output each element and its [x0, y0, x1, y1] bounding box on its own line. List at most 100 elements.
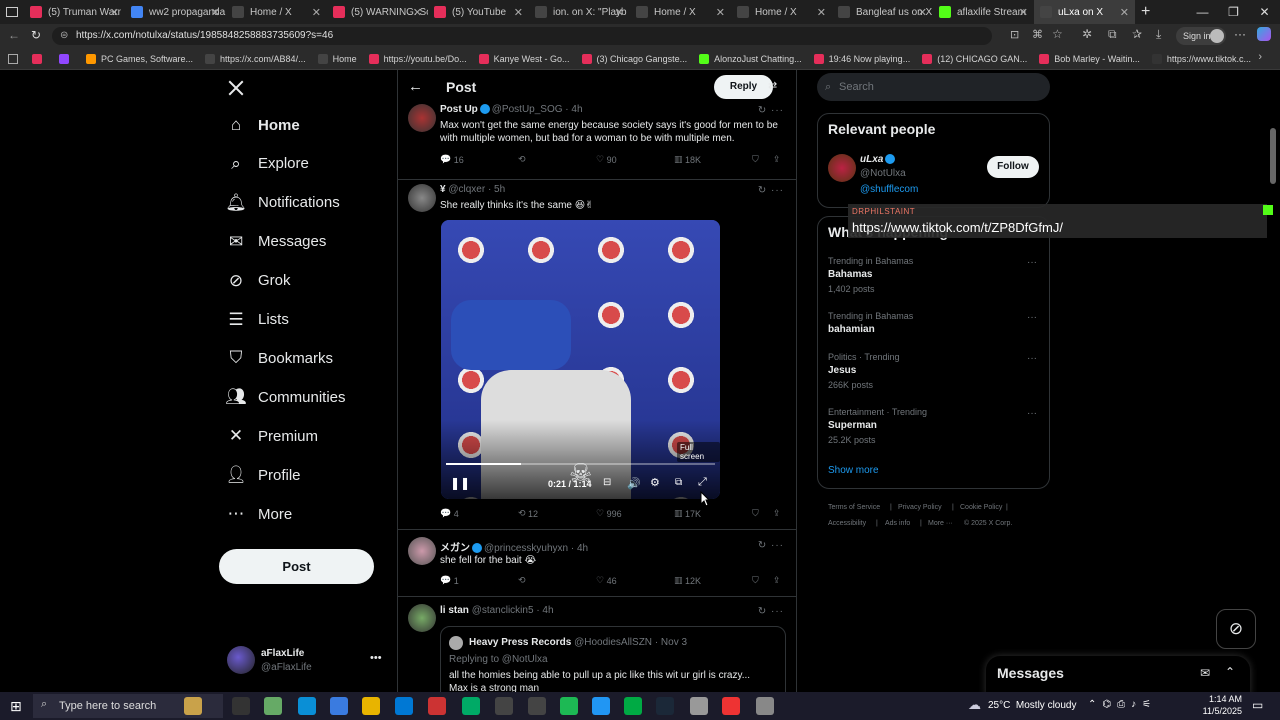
sidebar-item-more[interactable]: ⋯ More: [226, 504, 293, 524]
new-message-icon[interactable]: ✉: [1200, 666, 1210, 680]
weather-icon[interactable]: ☁: [968, 697, 981, 713]
taskbar-app-icon[interactable]: [722, 697, 740, 715]
back-icon[interactable]: ←: [8, 28, 20, 42]
url-field[interactable]: ⊜ https://x.com/notulxa/status/198584825…: [52, 27, 992, 45]
taskbar-app-icon[interactable]: [330, 697, 348, 715]
expand-icon[interactable]: ⌃: [1225, 665, 1235, 679]
sign-in-button[interactable]: Sign in: [1176, 27, 1226, 45]
sidebar-item-communities[interactable]: 👥︎ Communities: [225, 387, 345, 407]
retweet-action[interactable]: ⟲: [518, 154, 526, 165]
grok-button[interactable]: ⊘: [1216, 609, 1256, 649]
volume-icon[interactable]: 🔊: [627, 477, 641, 490]
trend-name[interactable]: Jesus: [828, 365, 856, 376]
x-logo-icon[interactable]: [227, 79, 245, 97]
filter-icon[interactable]: ⇄: [768, 79, 777, 92]
picture-in-picture-icon[interactable]: ⧉: [675, 477, 682, 488]
settings-menu-icon[interactable]: ···: [1234, 27, 1246, 41]
bookmark-item[interactable]: https://www.tiktok.c...: [1151, 53, 1251, 64]
taskbar-app-icon[interactable]: [264, 697, 282, 715]
author-handle[interactable]: @PostUp_SOG: [492, 104, 563, 115]
trend-more-icon[interactable]: ···: [1027, 353, 1037, 364]
person-bio-link[interactable]: @shufflecom: [860, 184, 918, 195]
tab-close-icon[interactable]: ✕: [211, 6, 220, 19]
taskbar-app-icon[interactable]: [624, 697, 642, 715]
apps-icon[interactable]: [8, 53, 18, 64]
avatar[interactable]: [408, 604, 436, 632]
browser-tab[interactable]: ion. on X: "Playb ✕: [529, 0, 630, 24]
trend-more-icon[interactable]: ···: [1027, 312, 1037, 323]
trend-more-icon[interactable]: ···: [1027, 408, 1037, 419]
like-action[interactable]: ♡ 46: [596, 575, 617, 586]
reply-button[interactable]: Reply: [714, 75, 773, 99]
browser-tab[interactable]: uLxa on X ✕: [1034, 0, 1135, 24]
sidebar-item-explore[interactable]: ⌕ Explore: [226, 154, 309, 174]
favorites-icon[interactable]: ✰: [1132, 27, 1142, 41]
sidebar-item-profile[interactable]: 👤︎ Profile: [225, 465, 300, 485]
video-player[interactable]: Full screen ❚❚ ☠ 0:21 / 1:14 🔊 ⊟ ⚙ ⧉ ⤢: [441, 220, 720, 499]
footer-link[interactable]: Terms of Service: [828, 504, 880, 511]
weather-text[interactable]: 25°C Mostly cloudy: [988, 700, 1076, 711]
avatar[interactable]: [408, 537, 436, 565]
account-name[interactable]: aFlaxLife: [261, 648, 304, 659]
timestamp[interactable]: · 4h: [565, 104, 582, 115]
tab-close-icon[interactable]: ✕: [1019, 6, 1028, 19]
share-action[interactable]: ⇪: [773, 154, 781, 165]
retweet-action[interactable]: ⟲ 12: [518, 508, 538, 519]
taskbar-app-icon[interactable]: [298, 697, 316, 715]
footer-link[interactable]: Cookie Policy: [960, 504, 1002, 511]
browser-tab[interactable]: (5) YouTube ✕: [428, 0, 529, 24]
taskbar-app-icon[interactable]: [592, 697, 610, 715]
avatar[interactable]: [408, 104, 436, 132]
chevron-right-icon[interactable]: ›: [1258, 51, 1262, 63]
clock-date[interactable]: 11/5/2025: [1198, 706, 1242, 716]
more-icon[interactable]: ↻ ···: [758, 185, 784, 196]
tweet-1[interactable]: Post Up @PostUp_SOG · 4h ↻ ··· Max won't …: [398, 98, 796, 180]
sidebar-item-premium[interactable]: ✕ Premium: [226, 426, 318, 446]
taskbar-app-icon[interactable]: [362, 697, 380, 715]
bookmark-item[interactable]: (12) CHICAGO GAN...: [922, 53, 1027, 64]
share-action[interactable]: ⇪: [773, 575, 781, 586]
account-more-icon[interactable]: •••: [370, 652, 382, 664]
like-action[interactable]: ♡ 996: [596, 508, 622, 519]
reload-icon[interactable]: ↻: [31, 28, 41, 42]
bookmark-item[interactable]: Bob Marley - Waitin...: [1039, 53, 1140, 64]
footer-link[interactable]: Privacy Policy: [898, 504, 942, 511]
browser-tab[interactable]: Home / X ✕: [226, 0, 327, 24]
bookmark-action[interactable]: ⛉: [752, 154, 759, 165]
browser-tab[interactable]: aflaxlife Stream ✕: [933, 0, 1034, 24]
footer-link[interactable]: © 2025 X Corp.: [964, 520, 1012, 527]
author-handle[interactable]: @princesskyuhyxn: [484, 543, 568, 554]
browser-tab[interactable]: ww2 propaganda ✕: [125, 0, 226, 24]
close-window-icon[interactable]: ✕: [1249, 0, 1280, 24]
captions-icon[interactable]: ⊟: [603, 477, 611, 488]
bookmark-item[interactable]: AlonzoJust Chatting...: [699, 53, 802, 64]
author-name[interactable]: li stan: [440, 605, 469, 616]
overlay-url[interactable]: https://www.tiktok.com/t/ZP8DfGfmJ/: [852, 220, 1063, 235]
footer-link[interactable]: Ads info: [885, 520, 910, 527]
tab-close-icon[interactable]: ✕: [817, 6, 826, 19]
trend-name[interactable]: Superman: [828, 420, 877, 431]
copilot-icon[interactable]: [1257, 27, 1271, 41]
tab-close-icon[interactable]: ✕: [615, 6, 624, 19]
account-avatar[interactable]: [227, 646, 255, 674]
timestamp[interactable]: · 4h: [571, 543, 588, 554]
taskbar-app-icon[interactable]: [690, 697, 708, 715]
trend-more-icon[interactable]: ···: [1027, 257, 1037, 268]
taskbar-app-icon[interactable]: [184, 697, 202, 715]
tab-close-icon[interactable]: ✕: [918, 6, 927, 19]
footer-link[interactable]: Accessibility: [828, 520, 866, 527]
tweet-2[interactable]: ¥ @clqxer · 5h ↻ ··· She really thinks i…: [398, 180, 796, 530]
tab-actions-icon[interactable]: [0, 0, 24, 24]
bookmark-item[interactable]: [59, 53, 74, 64]
retweet-action[interactable]: ⟲: [518, 575, 526, 586]
extensions-icon[interactable]: ✲: [1082, 27, 1092, 41]
bookmark-item[interactable]: https://x.com/AB84/...: [205, 53, 306, 64]
taskbar-app-icon[interactable]: [560, 697, 578, 715]
taskbar-app-icon[interactable]: [462, 697, 480, 715]
site-info-icon[interactable]: ⊜: [60, 27, 68, 45]
clock-time[interactable]: 1:14 AM: [1206, 694, 1242, 704]
browser-tab[interactable]: Home / X ✕: [731, 0, 832, 24]
bookmark-action[interactable]: ⛉: [752, 508, 759, 519]
new-tab-icon[interactable]: +: [1135, 0, 1159, 24]
settings-icon[interactable]: ⚙: [650, 476, 660, 489]
